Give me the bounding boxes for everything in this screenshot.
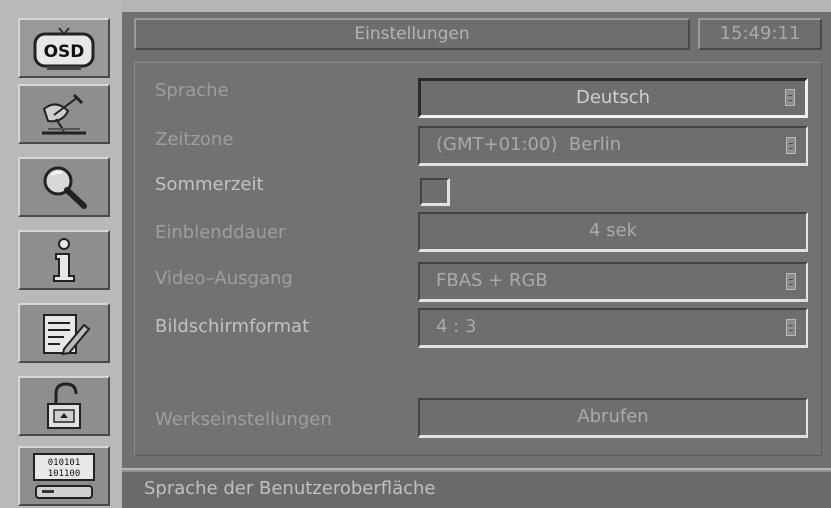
- video-ausgang-select[interactable]: FBAS + RGB: [418, 262, 808, 302]
- bildschirmformat-select[interactable]: 4 : 3: [418, 308, 808, 348]
- einblenddauer-value: 4 sek: [588, 220, 638, 241]
- werkseinstellungen-value: Abrufen: [577, 406, 649, 427]
- status-text: Sprache der Benutzeroberfläche: [144, 478, 436, 499]
- label-bildschirmformat: Bildschirmformat: [155, 316, 310, 337]
- sidebar-item-osd[interactable]: OSD: [18, 18, 110, 78]
- spinner-icon: [786, 272, 796, 290]
- spinner-icon: [785, 89, 795, 106]
- spinner-icon: [786, 318, 796, 336]
- label-werkseinstellungen: Werkseinstellungen: [155, 409, 332, 430]
- sidebar-item-info[interactable]: [18, 230, 110, 290]
- svg-text:010101: 010101: [48, 458, 81, 468]
- settings-content: [134, 62, 822, 456]
- page-title: Einstellungen: [134, 18, 690, 50]
- sidebar-item-search[interactable]: [18, 157, 110, 217]
- svg-text:OSD: OSD: [44, 42, 85, 62]
- sidebar-item-edit[interactable]: [18, 303, 110, 363]
- label-einblenddauer: Einblenddauer: [155, 222, 286, 243]
- status-bar: Sprache der Benutzeroberfläche: [122, 470, 831, 508]
- sommerzeit-checkbox[interactable]: [420, 178, 450, 206]
- magnifier-icon: [43, 166, 87, 209]
- sidebar: OSD 010101 101100: [0, 0, 122, 508]
- label-video-ausgang: Video–Ausgang: [155, 268, 293, 289]
- zeitzone-select[interactable]: (GMT+01:00) Berlin: [418, 126, 808, 166]
- werkseinstellungen-button[interactable]: Abrufen: [418, 398, 808, 438]
- edit-list-icon: [43, 314, 91, 356]
- svg-text:101100: 101100: [48, 469, 81, 479]
- label-zeitzone: Zeitzone: [155, 129, 234, 150]
- sidebar-item-lock[interactable]: [18, 376, 110, 436]
- sprache-select[interactable]: Deutsch: [418, 78, 808, 118]
- sprache-value: Deutsch: [575, 87, 651, 108]
- label-sommerzeit: Sommerzeit: [155, 174, 264, 195]
- info-icon: [53, 238, 75, 282]
- video-ausgang-value: FBAS + RGB: [436, 270, 548, 291]
- einblenddauer-field[interactable]: 4 sek: [418, 212, 808, 252]
- zeitzone-value: (GMT+01:00) Berlin: [436, 134, 622, 155]
- osd-icon: OSD: [33, 27, 95, 70]
- sidebar-item-system[interactable]: 010101 101100: [18, 446, 110, 506]
- spinner-icon: [786, 136, 796, 154]
- clock: 15:49:11: [698, 18, 822, 50]
- binary-receiver-icon: 010101 101100: [33, 453, 95, 499]
- label-sprache: Sprache: [155, 80, 229, 101]
- bildschirmformat-value: 4 : 3: [436, 316, 477, 337]
- parental-lock-icon: [47, 382, 81, 429]
- satellite-dish-icon: [42, 93, 86, 135]
- sidebar-item-satellite[interactable]: [18, 84, 110, 144]
